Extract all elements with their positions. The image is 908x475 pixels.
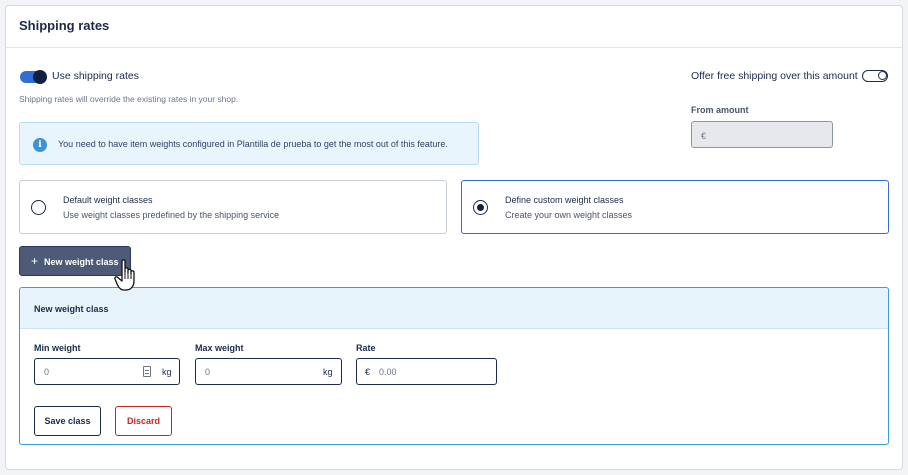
free-shipping-toggle[interactable] xyxy=(862,70,888,82)
panel-title: Shipping rates xyxy=(19,18,110,33)
panel-header: Shipping rates xyxy=(6,6,902,48)
save-class-button[interactable]: Save class xyxy=(34,406,101,436)
discard-button[interactable]: Discard xyxy=(115,406,172,436)
option-title: Default weight classes xyxy=(63,195,153,205)
from-amount-label: From amount xyxy=(691,105,749,115)
option-subtitle: Create your own weight classes xyxy=(505,210,633,220)
min-weight-placeholder: 0 xyxy=(44,367,50,377)
info-text: You need to have item weights configured… xyxy=(58,139,448,149)
currency-symbol: € xyxy=(701,131,707,141)
max-weight-unit: kg xyxy=(323,367,333,377)
option-default-weight-classes[interactable]: Default weight classes Use weight classe… xyxy=(19,180,447,234)
info-icon: i xyxy=(33,138,47,152)
option-custom-weight-classes[interactable]: Define custom weight classes Create your… xyxy=(461,180,889,234)
min-weight-unit: kg xyxy=(162,367,172,377)
hand-cursor-icon xyxy=(114,259,135,291)
free-shipping-label: Offer free shipping over this amount xyxy=(691,70,858,82)
rate-label: Rate xyxy=(356,343,376,353)
option-title: Define custom weight classes xyxy=(505,195,624,205)
new-weight-class-label: New weight class xyxy=(44,257,119,267)
radio-custom-weight-classes[interactable] xyxy=(473,200,488,215)
form-title: New weight class xyxy=(34,304,109,314)
radio-selected-dot xyxy=(476,203,484,211)
min-weight-label: Min weight xyxy=(34,343,81,353)
from-amount-input[interactable]: € xyxy=(691,121,833,148)
radio-default-weight-classes[interactable] xyxy=(31,200,46,215)
use-shipping-rates-label: Use shipping rates xyxy=(52,70,139,82)
new-weight-class-form: New weight class Min weight 0 kg Max wei… xyxy=(19,287,889,445)
use-shipping-rates-toggle[interactable] xyxy=(20,70,47,84)
shipping-rates-panel: Shipping rates Use shipping rates Shippi… xyxy=(5,5,903,470)
max-weight-label: Max weight xyxy=(195,343,244,353)
rate-input[interactable]: € 0.00 xyxy=(356,358,497,385)
toggle-knob xyxy=(878,71,887,80)
form-header: New weight class xyxy=(20,288,888,329)
rate-currency: € xyxy=(365,367,371,377)
number-stepper-icon[interactable] xyxy=(143,366,151,377)
shipping-rates-hint: Shipping rates will override the existin… xyxy=(19,94,239,104)
rate-placeholder: 0.00 xyxy=(379,367,397,377)
max-weight-input[interactable]: 0 kg xyxy=(195,358,342,385)
option-subtitle: Use weight classes predefined by the shi… xyxy=(63,210,280,220)
plus-icon: + xyxy=(31,254,39,268)
info-banner: i You need to have item weights configur… xyxy=(19,122,479,165)
toggle-knob xyxy=(33,70,47,84)
min-weight-input[interactable]: 0 kg xyxy=(34,358,180,385)
max-weight-placeholder: 0 xyxy=(205,367,211,377)
